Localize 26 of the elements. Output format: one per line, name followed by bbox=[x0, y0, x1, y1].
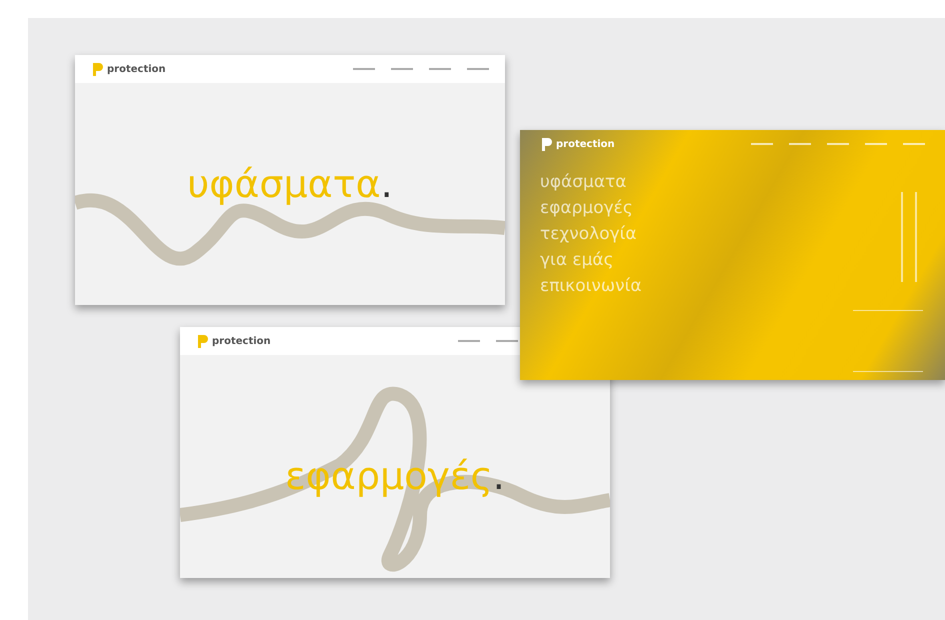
heading-dot: . bbox=[492, 453, 505, 500]
logo-text: protection bbox=[107, 62, 166, 76]
heading-dot: . bbox=[380, 160, 393, 208]
logo-icon bbox=[196, 334, 208, 348]
menu-link[interactable]: επικοινωνία bbox=[540, 274, 642, 298]
nav-link-blur[interactable] bbox=[458, 340, 480, 342]
menu-link[interactable]: τεχνολογία bbox=[540, 222, 637, 246]
nav-link-blur[interactable] bbox=[391, 68, 413, 70]
nav-link-blur[interactable] bbox=[496, 340, 518, 342]
logo-icon bbox=[540, 136, 552, 152]
menu-link[interactable]: εφαρμογές bbox=[540, 196, 633, 220]
nav-link-blur[interactable] bbox=[353, 68, 375, 70]
nav-link-blur[interactable] bbox=[751, 143, 773, 145]
logo-text: protection bbox=[556, 138, 615, 152]
logo-text: protection bbox=[212, 334, 271, 348]
logo-icon bbox=[91, 62, 103, 76]
hero-heading: εφαρμογές bbox=[285, 453, 493, 500]
nav-link-blur[interactable] bbox=[429, 68, 451, 70]
hero-heading: υφάσματα bbox=[187, 160, 381, 208]
nav-link-blur[interactable] bbox=[789, 143, 811, 145]
nav-link-blur[interactable] bbox=[827, 143, 849, 145]
nav-link-blur[interactable] bbox=[865, 143, 887, 145]
nav-link-blur[interactable] bbox=[903, 143, 925, 145]
menu-link[interactable]: υφάσματα bbox=[540, 170, 626, 194]
menu-link[interactable]: για εμάς bbox=[540, 248, 614, 272]
nav-link-blur[interactable] bbox=[467, 68, 489, 70]
